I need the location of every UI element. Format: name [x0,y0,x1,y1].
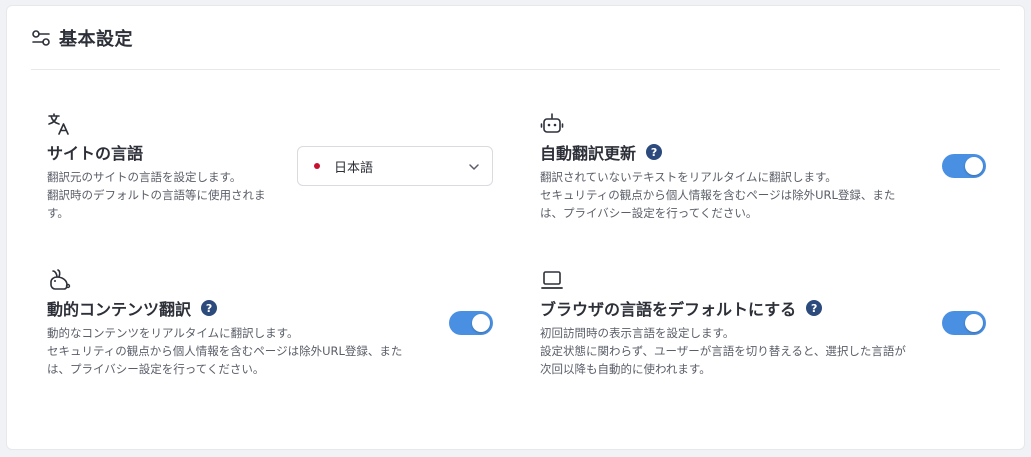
japan-flag-icon [310,161,324,171]
robot-icon [540,113,564,133]
setting-title: 動的コンテンツ翻訳 ? [47,296,218,320]
setting-description: 初回訪問時の表示言語を設定します。 設定状態に関わらず、ユーザーが言語を切り替え… [540,326,906,376]
selected-language: 日本語 [334,160,374,176]
toggle-knob [965,157,983,175]
setting-description: 翻訳元のサイトの言語を設定します。 翻訳時のデフォルトの言語等に使用されま す。 [47,170,266,220]
toggle-knob [472,314,490,332]
help-icon[interactable]: ? [201,300,218,316]
laptop-icon [541,271,563,289]
setting-browser-default: ブラウザの言語をデフォルトにする ? 初回訪問時の表示言語を設定します。 設定状… [540,268,940,388]
setting-description: 動的なコンテンツをリアルタイムに翻訳します。 セキュリティの観点から個人情報を含… [47,326,403,376]
translate-icon [48,113,69,135]
help-icon[interactable]: ? [806,300,823,316]
setting-title: 自動翻訳更新 ? [540,140,663,164]
card-header: 基本設定 [31,6,1000,70]
setting-title: サイトの言語 [47,144,144,163]
setting-site-language: サイトの言語 翻訳元のサイトの言語を設定します。 翻訳時のデフォルトの言語等に使… [47,112,297,232]
rabbit-icon [50,269,71,290]
setting-dynamic-content: 動的コンテンツ翻訳 ? 動的なコンテンツをリアルタイムに翻訳します。 セキュリテ… [47,268,447,388]
browser-default-toggle[interactable] [942,311,986,335]
toggle-knob [965,314,983,332]
settings-card: 基本設定 サイトの言語 翻訳元のサイトの言語を設定します。 翻訳時のデフォルトの… [6,5,1025,450]
setting-title: ブラウザの言語をデフォルトにする ? [540,296,823,320]
chevron-down-icon [469,164,479,170]
setting-auto-translate: 自動翻訳更新 ? 翻訳されていないテキストをリアルタイムに翻訳します。 セキュリ… [540,112,940,232]
page-title: 基本設定 [59,28,133,50]
help-icon[interactable]: ? [646,144,663,160]
settings-sliders-icon [32,29,50,46]
dynamic-content-toggle[interactable] [449,311,493,335]
auto-translate-toggle[interactable] [942,154,986,178]
setting-description: 翻訳されていないテキストをリアルタイムに翻訳します。 セキュリティの観点から個人… [540,170,896,220]
site-language-select[interactable]: 日本語 [297,146,493,186]
